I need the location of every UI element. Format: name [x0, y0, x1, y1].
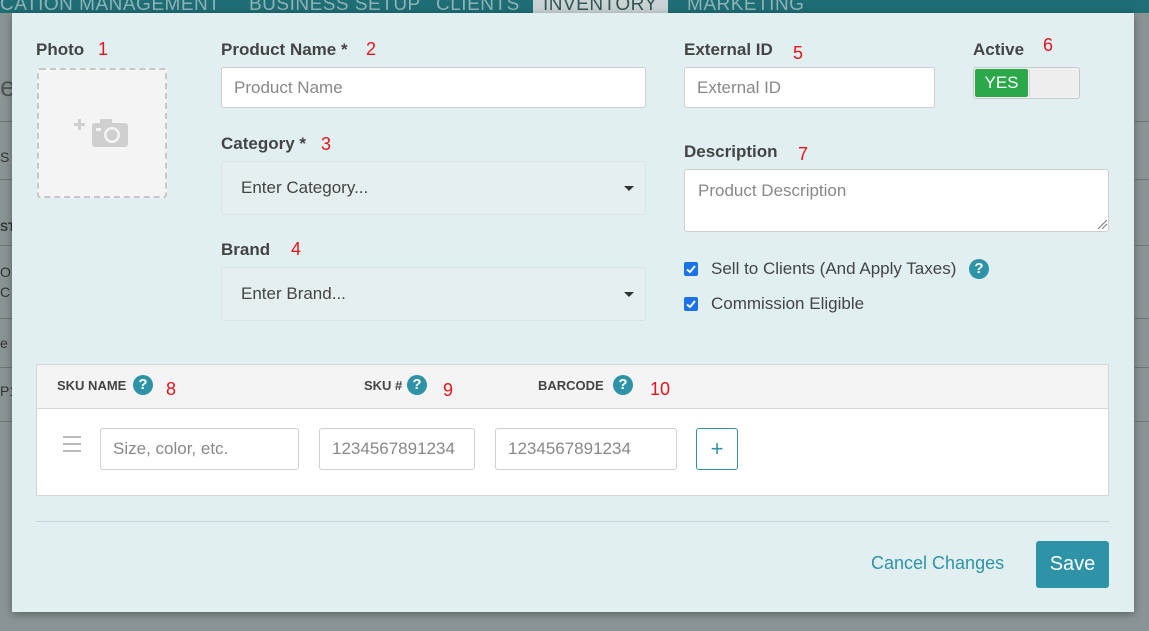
annotation-marker: 4: [291, 239, 302, 259]
annotation-marker: 7: [798, 144, 809, 164]
background-text-fragment: C: [0, 284, 11, 300]
background-divider: [0, 245, 12, 246]
commission-eligible-checkbox[interactable]: [684, 297, 698, 311]
background-text-fragment: e: [0, 335, 8, 351]
product-name-input[interactable]: [221, 67, 646, 108]
background-divider: [1135, 121, 1149, 122]
brand-select[interactable]: Enter Brand...: [221, 267, 646, 321]
add-product-modal: Photo 1 Product Name * 2 Category * 3 En…: [12, 13, 1134, 612]
description-textarea[interactable]: [684, 169, 1109, 232]
sku-name-column-header: SKU NAME: [57, 378, 127, 393]
sku-number-input[interactable]: [319, 428, 475, 470]
background-text-fragment: S: [0, 149, 10, 165]
add-sku-button[interactable]: +: [696, 428, 738, 470]
sku-table: SKU NAME ? 8 SKU # ? 9 BARCODE ? 10 +: [36, 364, 1109, 496]
sell-to-clients-checkbox[interactable]: [684, 262, 698, 276]
background-divider: [0, 421, 12, 422]
camera-add-icon: [74, 119, 128, 147]
annotation-marker: 10: [650, 379, 671, 399]
help-icon[interactable]: ?: [407, 375, 427, 395]
footer-divider: [36, 521, 1109, 522]
background-nav: CATION MANAGEMENT BUSINESS SETUP CLIENTS…: [0, 0, 1149, 13]
checkmark-icon: [686, 300, 696, 309]
nav-item-inventory[interactable]: INVENTORY: [533, 0, 668, 13]
help-icon[interactable]: ?: [133, 375, 153, 395]
nav-item-clients[interactable]: CLIENTS: [436, 0, 520, 13]
background-divider: [0, 367, 12, 368]
background-divider: [0, 179, 12, 180]
sku-table-header: SKU NAME ? 8 SKU # ? 9 BARCODE ? 10: [37, 365, 1108, 409]
caret-down-icon: [624, 186, 634, 191]
active-toggle-yes: YES: [975, 69, 1028, 97]
nav-item-marketing[interactable]: MARKETING: [687, 0, 804, 13]
annotation-marker: 1: [98, 39, 109, 59]
nav-item-location-management[interactable]: CATION MANAGEMENT: [0, 0, 220, 13]
background-divider: [0, 318, 12, 319]
help-icon[interactable]: ?: [969, 259, 989, 279]
annotation-marker: 5: [793, 43, 804, 63]
photo-label: Photo: [36, 40, 85, 59]
active-toggle-knob: [1029, 69, 1079, 97]
background-divider: [1135, 245, 1149, 246]
sell-to-clients-label: Sell to Clients (And Apply Taxes): [711, 259, 957, 278]
category-label: Category *: [221, 134, 307, 153]
background-text-fragment: O: [0, 264, 11, 280]
annotation-marker: 8: [166, 379, 177, 399]
category-select[interactable]: Enter Category...: [221, 161, 646, 215]
background-divider: [0, 121, 12, 122]
active-label: Active: [973, 40, 1025, 59]
barcode-input[interactable]: [495, 428, 677, 470]
save-button[interactable]: Save: [1036, 541, 1109, 588]
commission-eligible-label: Commission Eligible: [711, 294, 865, 313]
help-icon[interactable]: ?: [613, 375, 633, 395]
annotation-marker: 6: [1043, 35, 1054, 55]
checkmark-icon: [686, 265, 696, 274]
background-divider: [1135, 421, 1149, 422]
description-label: Description: [684, 142, 778, 161]
photo-upload[interactable]: [37, 68, 167, 198]
external-id-input[interactable]: [684, 67, 935, 108]
cancel-changes-link[interactable]: Cancel Changes: [871, 553, 1004, 574]
category-select-placeholder: Enter Category...: [241, 178, 369, 197]
annotation-marker: 3: [321, 134, 332, 154]
annotation-marker: 9: [443, 380, 454, 400]
sku-number-column-header: SKU #: [364, 378, 403, 393]
background-divider: [1135, 318, 1149, 319]
drag-handle-icon[interactable]: [63, 436, 81, 457]
nav-item-business-setup[interactable]: BUSINESS SETUP: [249, 0, 421, 13]
brand-select-placeholder: Enter Brand...: [241, 284, 346, 303]
active-toggle[interactable]: YES: [973, 67, 1080, 99]
annotation-marker: 2: [366, 39, 377, 59]
brand-label: Brand: [221, 240, 271, 259]
barcode-column-header: BARCODE: [538, 378, 604, 393]
resize-grip-icon[interactable]: [1098, 220, 1107, 229]
sku-name-input[interactable]: [100, 428, 299, 470]
background-divider: [1135, 179, 1149, 180]
caret-down-icon: [624, 292, 634, 297]
background-divider: [1135, 367, 1149, 368]
product-name-label: Product Name *: [221, 40, 348, 59]
external-id-label: External ID: [684, 40, 773, 59]
